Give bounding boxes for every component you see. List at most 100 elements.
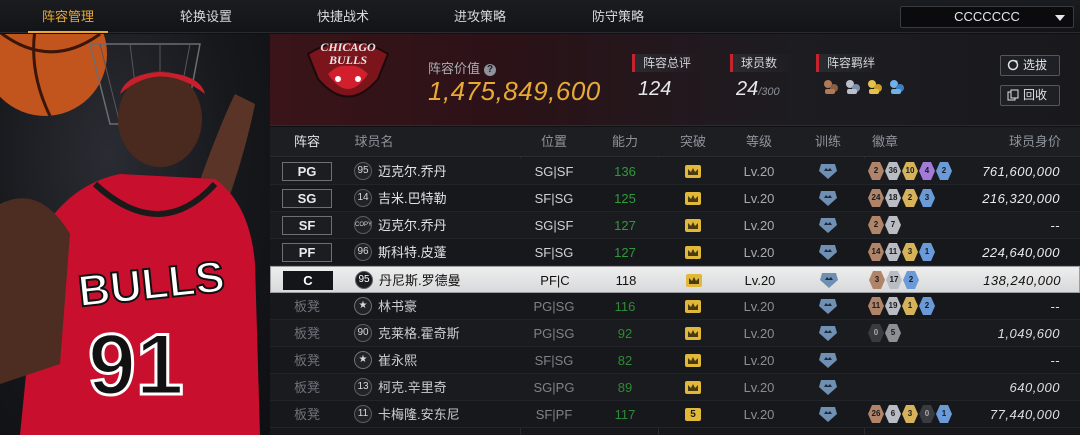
player-name[interactable]: 卡梅隆.安东尼 [378,401,518,428]
badge-icon[interactable]: 2 [868,162,884,180]
crown-icon[interactable] [685,219,701,232]
player-rating: 127 [614,218,636,233]
badge-icon[interactable]: 5 [885,324,901,342]
table-row[interactable]: SG 14 吉米.巴特勒 SF|SG 125 Lv.20 24 18 2 3 216,320,000 [270,185,1080,212]
tab-offense-strategy[interactable]: 进攻策略 [432,0,528,33]
player-portrait: BULLS 91 [0,34,270,435]
training-icon[interactable] [818,190,838,207]
bond-icon-1[interactable] [822,78,840,96]
badge-icon[interactable]: 2 [902,189,918,207]
badge-icon[interactable]: 14 [868,243,884,261]
player-name[interactable]: 吉米.巴特勒 [378,185,518,212]
tab-defense-strategy[interactable]: 防守策略 [570,0,666,33]
player-name[interactable]: 林书豪 [378,293,518,320]
player-rating: 117 [614,407,636,422]
bond-icon-2[interactable] [844,78,862,96]
account-dropdown[interactable]: CCCCCCC [900,6,1074,28]
crown-icon[interactable] [686,274,702,287]
col-badges[interactable]: 徽章 [855,127,915,157]
table-row[interactable]: 板凳 13 柯克.辛里奇 SG|PG 89 Lv.20 640,000 [270,374,1080,401]
breakthrough-badge[interactable]: 5 [685,408,701,421]
badge-icon[interactable]: 17 [886,271,902,289]
crown-icon[interactable] [685,246,701,259]
badge-icon[interactable]: 0 [868,324,884,342]
badge-icon[interactable]: 0 [919,405,935,423]
badge-icon[interactable]: 2 [868,216,884,234]
col-level[interactable]: 等级 [734,127,784,157]
col-breakthrough[interactable]: 突破 [668,127,718,157]
crown-icon[interactable] [685,300,701,313]
player-name[interactable]: 丹尼斯.罗德曼 [379,267,519,294]
table-row[interactable]: C 95 丹尼斯.罗德曼 PF|C 118 Lv.20 3 17 2 138,240,000 [270,266,1080,293]
badge-icon[interactable]: 11 [885,243,901,261]
player-name[interactable]: 克莱格.霍奇斯 [378,320,518,347]
badge-icon[interactable]: 4 [919,162,935,180]
table-row[interactable]: 板凳 ★ 崔永熙 SF|SG 82 Lv.20 -- [270,347,1080,374]
table-row[interactable]: PG 95 迈克尔.乔丹 SG|SF 136 Lv.20 2 36 10 4 2 761,600,00… [270,158,1080,185]
tab-lineup-management[interactable]: 阵容管理 [20,0,116,33]
col-lineup[interactable]: 阵容 [282,127,332,157]
badge-icon[interactable]: 3 [902,405,918,423]
training-icon[interactable] [818,298,838,315]
player-name[interactable]: 柯克.辛里奇 [378,374,518,401]
badge-icon[interactable]: 1 [902,297,918,315]
player-position: SG|PG [533,380,575,395]
crown-icon[interactable] [685,192,701,205]
badge-icon[interactable]: 1 [936,405,952,423]
slot-badge[interactable]: C [283,271,333,290]
help-icon[interactable]: ? [484,64,497,76]
badge-icon[interactable]: 1 [919,243,935,261]
tab-rotation-settings[interactable]: 轮换设置 [158,0,254,33]
training-icon[interactable] [818,406,838,423]
training-icon[interactable] [818,379,838,396]
player-name[interactable]: 迈克尔.乔丹 [378,212,518,239]
badge-icon[interactable]: 3 [902,243,918,261]
training-icon[interactable] [819,272,839,289]
crown-icon[interactable] [685,381,701,394]
slot-badge[interactable]: SG [282,189,332,208]
badge-icon[interactable]: 2 [903,271,919,289]
badge-icon[interactable]: 2 [936,162,952,180]
training-icon[interactable] [818,325,838,342]
table-row[interactable]: PF 96 斯科特.皮蓬 SF|SG 127 Lv.20 14 11 3 1 224,640,000 [270,239,1080,266]
badge-icon[interactable]: 19 [885,297,901,315]
training-icon[interactable] [818,217,838,234]
badge-icon[interactable]: 3 [919,189,935,207]
slot-badge[interactable]: PF [282,243,332,262]
badge-icon[interactable]: 10 [902,162,918,180]
crown-icon[interactable] [685,327,701,340]
select-button[interactable]: 选拔 [1000,55,1060,76]
player-name[interactable]: 迈克尔.乔丹 [378,158,518,185]
badge-icon[interactable]: 2 [919,297,935,315]
slot-badge[interactable]: SF [282,216,332,235]
col-rating[interactable]: 能力 [600,127,650,157]
badge-icon[interactable]: 36 [885,162,901,180]
badge-icon[interactable]: 18 [885,189,901,207]
training-icon[interactable] [818,244,838,261]
col-player-value[interactable]: 球员身价 [1000,127,1070,157]
crown-icon[interactable] [685,354,701,367]
table-row[interactable]: 板凳 ★ 林书豪 PG|SG 116 Lv.20 11 19 1 2 -- [270,293,1080,320]
table-row[interactable]: 板凳 11 卡梅隆.安东尼 SF|PF 117 5 Lv.20 26 6 3 0 1 77,440,00… [270,401,1080,428]
player-name[interactable]: 崔永熙 [378,347,518,374]
bond-icon-4[interactable] [888,78,906,96]
col-position[interactable]: 位置 [522,127,586,157]
table-row[interactable]: 板凳 90 克莱格.霍奇斯 PG|SG 92 Lv.20 0 5 1,049,600 [270,320,1080,347]
training-icon[interactable] [818,163,838,180]
bond-icon-3[interactable] [866,78,884,96]
badge-icon[interactable]: 26 [868,405,884,423]
crown-icon[interactable] [685,165,701,178]
badge-icon[interactable]: 3 [869,271,885,289]
badge-icon[interactable]: 6 [885,405,901,423]
training-icon[interactable] [818,352,838,369]
badge-icon[interactable]: 24 [868,189,884,207]
player-name[interactable]: 斯科特.皮蓬 [378,239,518,266]
recycle-button[interactable]: 回收 [1000,85,1060,106]
badge-icon[interactable]: 7 [885,216,901,234]
col-player-name[interactable]: 球员名 [354,127,394,157]
table-row[interactable]: SF COPY 迈克尔.乔丹 SG|SF 127 Lv.20 2 7 -- [270,212,1080,239]
slot-badge[interactable]: PG [282,162,332,181]
col-training[interactable]: 训练 [803,127,853,157]
tab-quick-tactics[interactable]: 快捷战术 [295,0,391,33]
badge-icon[interactable]: 11 [868,297,884,315]
